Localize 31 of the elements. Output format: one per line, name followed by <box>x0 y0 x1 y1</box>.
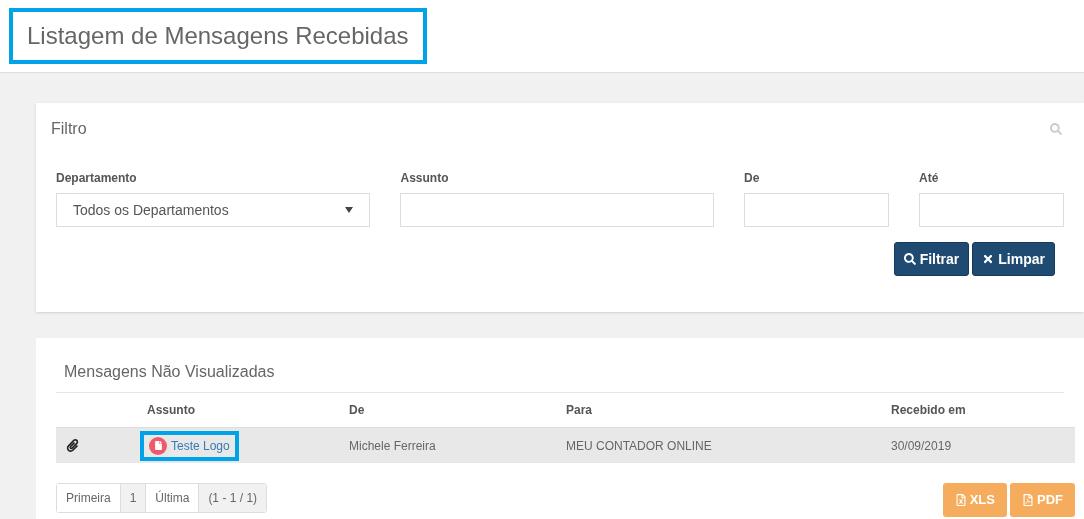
close-icon <box>982 253 995 265</box>
filter-button[interactable]: Filtrar <box>893 242 970 276</box>
panel-title: Mensagens Não Visualizadas <box>64 363 275 380</box>
field-label: Até <box>919 170 940 187</box>
page-title: Listagem de Mensagens Recebidas <box>9 8 427 64</box>
search-icon <box>903 253 916 265</box>
table-cell: MEU CONTADOR ONLINE <box>566 438 712 453</box>
column-header: Recebido em <box>891 403 966 417</box>
page-info: (1 - 1 / 1) <box>198 484 267 512</box>
spreadsheet-file-icon <box>954 494 967 506</box>
field-label: Assunto <box>400 170 450 187</box>
department-select[interactable]: Todos os Departamentos <box>56 193 371 227</box>
search-icon <box>1050 123 1062 135</box>
table-cell: Michele Ferreira <box>349 438 436 453</box>
column-header: De <box>349 403 365 417</box>
input-field[interactable] <box>744 193 889 227</box>
field-label: De <box>744 170 761 187</box>
page-link[interactable]: 1 <box>119 484 146 512</box>
column-header: Assunto <box>147 403 195 417</box>
document-icon <box>149 436 167 455</box>
panel-title: Filtro <box>51 119 87 139</box>
caret-icon <box>345 207 354 213</box>
input-field[interactable] <box>919 193 1064 227</box>
field-label: Departamento <box>56 170 138 187</box>
pdf-file-icon <box>1022 494 1034 506</box>
table-cell: 30/09/2019 <box>891 438 952 453</box>
subject-link[interactable]: Teste Logo <box>140 430 239 461</box>
input-field[interactable] <box>400 193 714 227</box>
column-header: Para <box>566 403 593 417</box>
clear-button[interactable]: Limpar <box>972 242 1055 276</box>
table-row[interactable]: Teste Logo Michele Ferreira MEU CONTADOR ONLINE 30/09/2019 <box>56 428 1075 463</box>
